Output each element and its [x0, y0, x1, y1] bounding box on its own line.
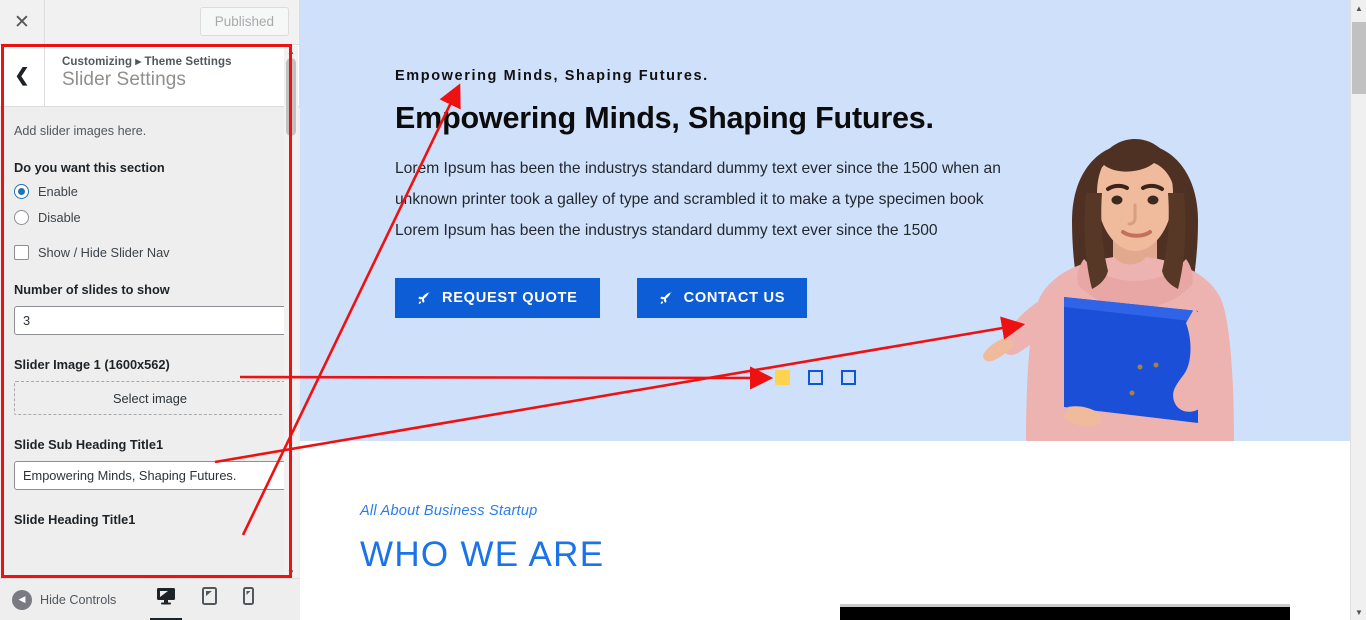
device-tablet-button[interactable]: [202, 586, 218, 613]
scrollbar-thumb[interactable]: [1352, 22, 1366, 94]
hero-subheading: Empowering Minds, Shaping Futures.: [395, 68, 709, 84]
student-photo: [983, 139, 1234, 441]
radio-disable-indicator: [14, 210, 29, 225]
request-quote-label: REQUEST QUOTE: [442, 290, 578, 306]
select-image-button[interactable]: Select image: [14, 381, 286, 415]
panel-header: ❮ Customizing ▸ Theme Settings Slider Se…: [0, 45, 299, 107]
theme-preview-pane: Empowering Minds, Shaping Futures. Empow…: [300, 0, 1350, 620]
section-description: Add slider images here.: [14, 124, 147, 138]
rocket-icon: [418, 291, 431, 304]
hide-controls-label: Hide Controls: [40, 592, 117, 607]
radio-disable[interactable]: Disable: [14, 210, 286, 225]
subheading-label: Slide Sub Heading Title1: [14, 437, 164, 452]
desktop-icon: [157, 587, 176, 604]
slider-nav-checkbox-label: Show / Hide Slider Nav: [38, 245, 170, 260]
slides-count-input[interactable]: 3: [14, 306, 286, 335]
slides-count-label: Number of slides to show: [14, 282, 170, 297]
hero-slider-section: Empowering Minds, Shaping Futures. Empow…: [300, 0, 1350, 441]
subheading-input[interactable]: Empowering Minds, Shaping Futures.: [14, 461, 286, 490]
slider-image-label: Slider Image 1 (1600x562): [14, 357, 170, 372]
controls-list: Add slider images here. Do you want this…: [0, 108, 300, 578]
publish-button[interactable]: Published: [199, 7, 289, 36]
hero-heading: Empowering Minds, Shaping Futures.: [395, 101, 934, 135]
rocket-icon: [659, 291, 673, 304]
radio-enable[interactable]: Enable: [14, 184, 286, 199]
hide-controls-button[interactable]: ◀ Hide Controls: [0, 589, 117, 610]
sidebar-scrollbar[interactable]: ▲ ▼: [284, 46, 298, 578]
slider-dot-1[interactable]: [775, 370, 790, 385]
hero-button-group: REQUEST QUOTE CONTACT US: [395, 278, 1035, 318]
radio-disable-label: Disable: [38, 210, 81, 225]
scroll-up-arrow[interactable]: ▲: [1351, 0, 1366, 16]
sidebar-scroll-down-arrow[interactable]: ▼: [284, 567, 298, 578]
section-toggle-label: Do you want this section: [14, 160, 165, 175]
heading-label: Slide Heading Title1: [14, 512, 136, 527]
close-icon[interactable]: ✕: [0, 0, 45, 44]
chevron-left-circle-icon: ◀: [12, 589, 32, 610]
breadcrumb: Customizing ▸ Theme Settings: [62, 56, 232, 68]
radio-enable-indicator: [14, 184, 29, 199]
panel-titles: Customizing ▸ Theme Settings Slider Sett…: [45, 45, 232, 106]
hero-text-block: Empowering Minds, Shaping Futures. Empow…: [395, 68, 1035, 318]
device-mobile-button[interactable]: [243, 586, 255, 613]
sidebar-scroll-up-arrow[interactable]: ▲: [284, 46, 298, 57]
about-media-block: [840, 604, 1290, 620]
who-we-are-section: All About Business Startup WHO WE ARE Th…: [300, 441, 1350, 620]
about-subtitle: All About Business Startup: [360, 503, 538, 519]
hero-paragraph: Lorem Ipsum has been the industrys stand…: [395, 160, 1001, 239]
device-preview-group: [156, 586, 255, 613]
slider-nav-checkbox[interactable]: Show / Hide Slider Nav: [14, 245, 286, 260]
slider-nav-dots: [775, 370, 856, 385]
customizer-footer: ◀ Hide Controls: [0, 578, 300, 620]
slider-dot-3[interactable]: [841, 370, 856, 385]
contact-us-button[interactable]: CONTACT US: [636, 278, 808, 318]
slider-dot-2[interactable]: [808, 370, 823, 385]
page-title: Slider Settings: [62, 69, 187, 90]
browser-scrollbar[interactable]: ▲ ▼: [1350, 0, 1366, 620]
device-desktop-button[interactable]: [156, 587, 176, 613]
radio-enable-label: Enable: [38, 184, 78, 199]
mobile-icon: [243, 586, 255, 605]
scroll-down-arrow[interactable]: ▼: [1351, 604, 1366, 620]
contact-us-label: CONTACT US: [683, 290, 786, 306]
chevron-left-icon[interactable]: ❮: [0, 45, 45, 106]
sidebar-scrollbar-thumb[interactable]: [286, 58, 296, 136]
request-quote-button[interactable]: REQUEST QUOTE: [395, 278, 600, 318]
tablet-icon: [202, 586, 218, 605]
about-title: WHO WE ARE: [360, 535, 605, 574]
customizer-sidebar: ✕ Published ❮ Customizing ▸ Theme Settin…: [0, 0, 300, 620]
checkbox-indicator: [14, 245, 29, 260]
screen: Empowering Minds, Shaping Futures. Empow…: [0, 0, 1366, 620]
customizer-topbar: ✕ Published: [0, 0, 299, 45]
